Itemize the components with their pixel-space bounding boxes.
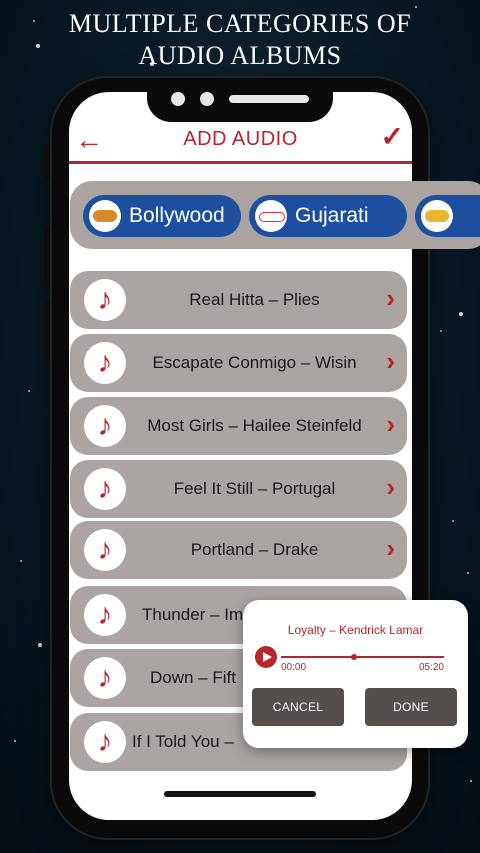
banner-line-2: AUDIO ALBUMS	[138, 41, 342, 70]
song-label: Portland – Drake	[190, 540, 319, 559]
star	[20, 560, 22, 562]
dialog-song-title: Loyalty – Kendrick Lamar	[287, 623, 424, 637]
seek-bar[interactable]	[281, 656, 444, 658]
chevron-right-icon[interactable]: ›	[386, 533, 395, 564]
music-note-icon: ♪	[84, 657, 126, 699]
star	[459, 312, 463, 316]
star	[452, 520, 454, 522]
speaker-bar	[229, 95, 309, 103]
bollywood-logo-icon	[89, 200, 121, 232]
list-item[interactable]: ♪ Portland – Drake ›	[70, 521, 407, 579]
star	[14, 740, 16, 742]
cancel-button[interactable]: CANCEL	[252, 688, 344, 726]
play-icon[interactable]	[255, 646, 277, 668]
chevron-right-icon[interactable]: ›	[386, 283, 395, 314]
list-item[interactable]: ♪ Escapate Conmigo – Wisin ›	[70, 334, 407, 392]
home-indicator	[164, 791, 316, 797]
phone-side-button	[44, 300, 52, 360]
category-strip: Bollywood Gujarati	[70, 181, 480, 249]
music-note-icon: ♪	[84, 529, 126, 571]
category-gujarati[interactable]: Gujarati	[249, 195, 407, 237]
app-header: ← ADD AUDIO ✓	[69, 120, 412, 164]
phone-side-button	[44, 150, 52, 180]
music-note-icon: ♪	[84, 405, 126, 447]
camera-dot	[171, 92, 185, 106]
music-note-icon: ♪	[84, 468, 126, 510]
star	[28, 390, 30, 392]
song-label: Feel It Still – Portugal	[173, 479, 336, 498]
music-note-icon: ♪	[84, 594, 126, 636]
sensor-dot	[200, 92, 214, 106]
star	[470, 780, 472, 782]
checkmark-icon[interactable]: ✓	[381, 120, 404, 153]
header-divider	[69, 161, 412, 164]
bhojpuri-logo-icon	[421, 200, 453, 232]
total-time: 05:20	[418, 662, 444, 673]
star	[440, 330, 442, 332]
star	[467, 572, 469, 574]
category-bollywood[interactable]: Bollywood	[83, 195, 241, 237]
list-item[interactable]: ♪ Real Hitta – Plies ›	[70, 271, 407, 329]
star	[38, 643, 42, 647]
page-title: ADD AUDIO	[183, 128, 298, 150]
banner-line-1: MULTIPLE CATEGORIES OF	[68, 9, 412, 38]
chevron-right-icon[interactable]: ›	[386, 472, 395, 503]
audio-player-dialog: Loyalty – Kendrick Lamar 00:00 05:20 CAN…	[243, 600, 468, 748]
seek-thumb[interactable]	[351, 654, 358, 660]
done-button[interactable]: DONE	[365, 688, 457, 726]
song-label: Escapate Conmigo – Wisin	[152, 353, 357, 372]
current-time: 00:00	[281, 662, 307, 673]
music-note-icon: ♪	[84, 721, 126, 763]
phone-notch	[147, 78, 333, 122]
list-item[interactable]: ♪ Most Girls – Hailee Steinfeld ›	[70, 397, 407, 455]
music-note-icon: ♪	[84, 279, 126, 321]
category-bhojpuri[interactable]	[415, 195, 480, 237]
song-label: Most Girls – Hailee Steinfeld	[147, 416, 362, 435]
song-label: Real Hitta – Plies	[189, 290, 320, 309]
category-label: Gujarati	[295, 204, 369, 227]
chevron-right-icon[interactable]: ›	[386, 346, 395, 377]
list-item[interactable]: ♪ Feel It Still – Portugal ›	[70, 460, 407, 518]
gujarati-logo-icon	[255, 200, 287, 232]
phone-side-button	[44, 228, 52, 288]
music-note-icon: ♪	[84, 342, 126, 384]
chevron-right-icon[interactable]: ›	[386, 409, 395, 440]
category-label: Bollywood	[129, 204, 225, 227]
